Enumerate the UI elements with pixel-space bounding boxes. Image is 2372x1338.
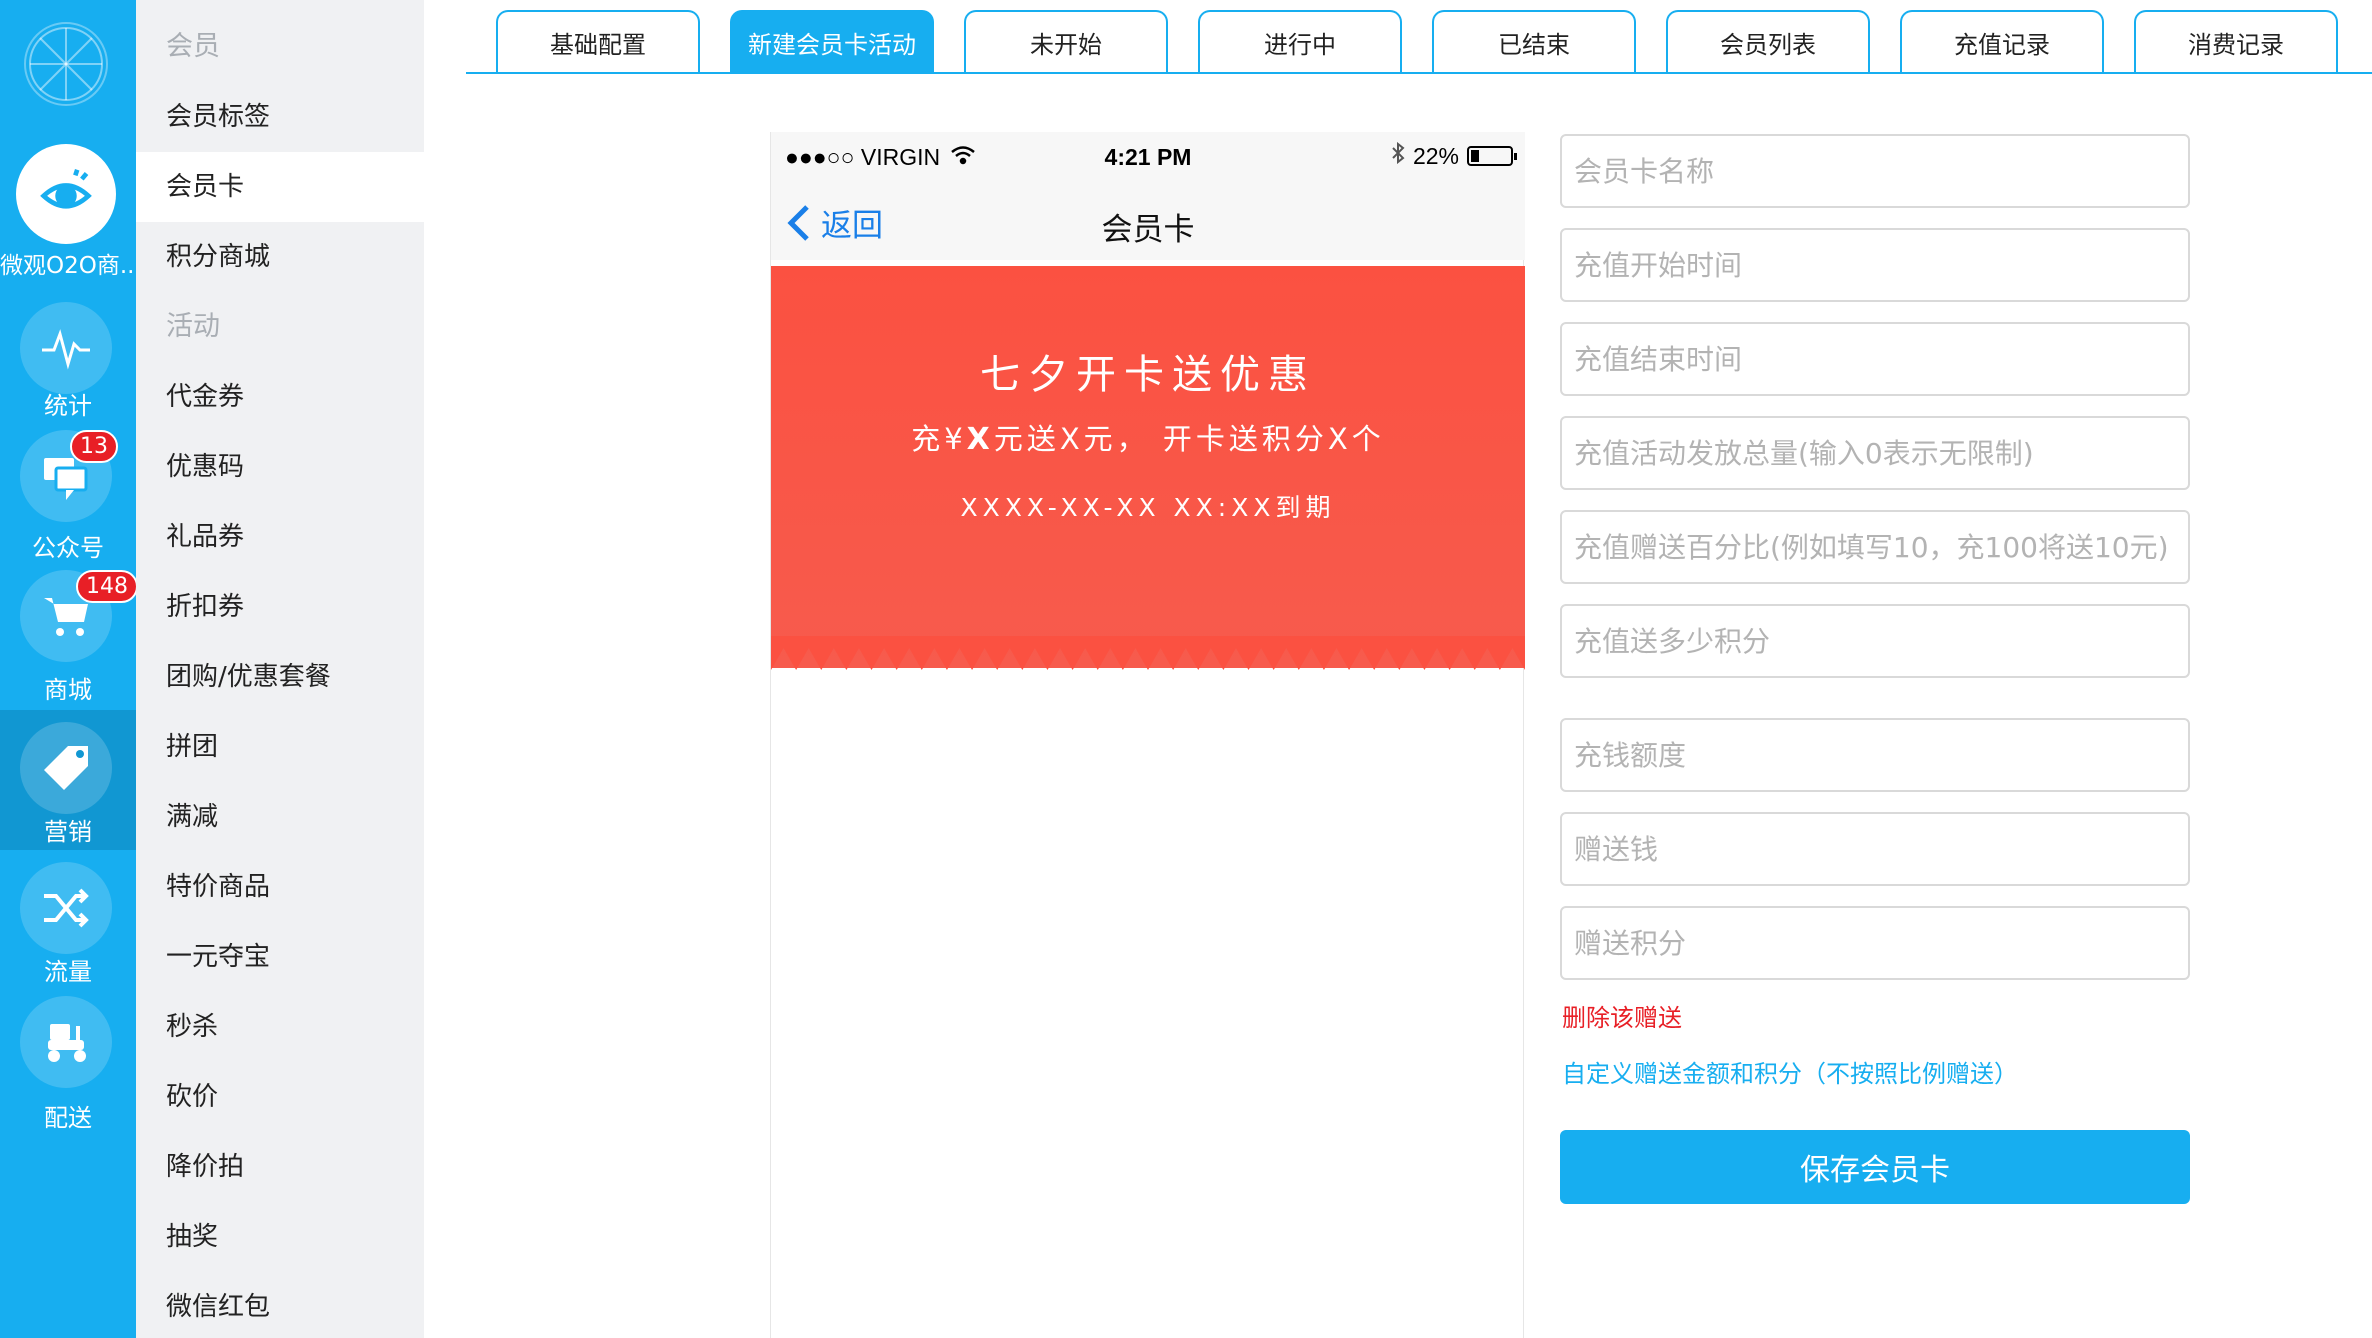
shuffle-icon	[20, 862, 112, 954]
submenu: 会员 会员标签 会员卡 积分商城 活动 代金券 优惠码 礼品券 折扣券 团购/优…	[136, 0, 424, 1338]
rail-item-label: 营销	[44, 818, 92, 846]
card-expiry: XXXX-XX-XX XX:XX到期	[960, 493, 1336, 522]
submenu-item[interactable]: 折扣券	[136, 572, 424, 642]
rail-item-label: 商城	[44, 676, 92, 704]
submenu-item[interactable]: 优惠码	[136, 432, 424, 502]
bonus-percent-field[interactable]	[1560, 510, 2190, 584]
card-title: 七夕开卡送优惠	[980, 352, 1316, 398]
rail-app-label: 微观O2O商...	[0, 253, 136, 279]
delete-gift-link[interactable]: 删除该赠送	[1562, 998, 1682, 1033]
rail-item-stats[interactable]: 统计	[0, 290, 136, 430]
submenu-item[interactable]: 礼品券	[136, 502, 424, 572]
submenu-item[interactable]: 团购/优惠套餐	[136, 642, 424, 712]
custom-gift-link[interactable]: 自定义赠送金额和积分（不按照比例赠送）	[1562, 1054, 2018, 1089]
battery-fill	[1471, 150, 1479, 162]
tag-icon	[20, 722, 112, 814]
tab-ended[interactable]: 已结束	[1432, 10, 1636, 72]
eye-icon	[16, 144, 116, 244]
rail-item-label: 统计	[44, 392, 92, 420]
scooter-icon	[20, 996, 112, 1088]
bluetooth-icon	[1391, 141, 1405, 170]
rail-item-label: 公众号	[32, 534, 104, 562]
submenu-item[interactable]: 降价拍	[136, 1132, 424, 1202]
rail-item-delivery[interactable]: 配送	[0, 990, 136, 1132]
tab-not-started[interactable]: 未开始	[964, 10, 1168, 72]
phone-title: 会员卡	[1101, 212, 1195, 248]
submenu-item[interactable]: 砍价	[136, 1062, 424, 1132]
submenu-item[interactable]: 特价商品	[136, 852, 424, 922]
rail-item-official-account[interactable]: 13 公众号	[0, 430, 136, 570]
icon-rail: 微观O2O商... 统计 13 公众号 148 商城 营销 流量 配送	[0, 0, 138, 1338]
tab-member-list[interactable]: 会员列表	[1666, 10, 1870, 72]
phone-nav-bar: 返回 会员卡	[771, 180, 1525, 260]
submenu-section-member: 会员	[166, 31, 220, 62]
status-right: 22%	[1391, 141, 1517, 170]
submenu-item-member-card[interactable]: 会员卡	[136, 152, 424, 222]
bonus-points-field[interactable]	[1560, 604, 2190, 678]
recharge-start-field[interactable]	[1560, 228, 2190, 302]
recharge-end-field[interactable]	[1560, 322, 2190, 396]
recharge-amount-field[interactable]	[1560, 718, 2190, 792]
submenu-item[interactable]: 微信红包	[136, 1272, 424, 1338]
tab-in-progress[interactable]: 进行中	[1198, 10, 1402, 72]
rail-item-traffic[interactable]: 流量	[0, 850, 136, 990]
app-root: 微观O2O商... 统计 13 公众号 148 商城 营销 流量 配送 会员 会…	[0, 0, 2372, 1338]
card-sub-prefix: 充¥	[911, 422, 967, 456]
rail-item-label: 配送	[44, 1104, 92, 1132]
phone-status-bar: ●●●○○ VIRGIN 4:21 PM 22%	[771, 132, 1525, 180]
tab-consumption-records[interactable]: 消费记录	[2134, 10, 2338, 72]
rail-item-label: 流量	[44, 958, 92, 986]
submenu-item[interactable]: 秒杀	[136, 992, 424, 1062]
submenu-item[interactable]: 满减	[136, 782, 424, 852]
battery-percent: 22%	[1412, 142, 1459, 169]
submenu-item[interactable]: 抽奖	[136, 1202, 424, 1272]
tab-bar: 基础配置 新建会员卡活动 未开始 进行中 已结束 会员列表 充值记录 消费记录	[466, 0, 2372, 74]
total-quantity-field[interactable]	[1560, 416, 2190, 490]
rail-item-mall[interactable]: 148 商城	[0, 570, 138, 710]
tab-new-card-activity[interactable]: 新建会员卡活动	[730, 10, 934, 72]
tab-recharge-records[interactable]: 充值记录	[1900, 10, 2104, 72]
notification-badge: 148	[76, 570, 138, 603]
logo-icon[interactable]	[24, 22, 108, 106]
submenu-item-member-tag[interactable]: 会员标签	[136, 82, 424, 152]
submenu-item-points-mall[interactable]: 积分商城	[136, 222, 424, 292]
submenu-item[interactable]: 拼团	[136, 712, 424, 782]
battery-icon	[1467, 146, 1517, 166]
card-zigzag-edge	[771, 636, 1525, 670]
phone-preview: ●●●○○ VIRGIN 4:21 PM 22% 返回 会员卡 七夕开卡送优惠 …	[770, 132, 1525, 1338]
save-card-button[interactable]: 保存会员卡	[1560, 1130, 2190, 1204]
submenu-item[interactable]: 一元夺宝	[136, 922, 424, 992]
notification-badge: 13	[70, 430, 118, 463]
rail-app[interactable]: 微观O2O商...	[0, 140, 136, 290]
rail-item-marketing[interactable]: 营销	[0, 710, 136, 850]
zigzag-shape	[771, 636, 1525, 670]
card-sub-suffix: 元送X元， 开卡送积分X个	[993, 422, 1385, 456]
gift-money-field[interactable]	[1560, 812, 2190, 886]
pulse-icon	[20, 302, 112, 394]
card-subtitle: 充¥X元送X元， 开卡送积分X个	[771, 416, 1525, 458]
card-sub-amount: X	[966, 422, 994, 457]
tab-basic-config[interactable]: 基础配置	[496, 10, 700, 72]
submenu-item[interactable]: 代金券	[136, 362, 424, 432]
submenu-section-activity: 活动	[166, 311, 220, 342]
card-name-field[interactable]	[1560, 134, 2190, 208]
gift-points-field[interactable]	[1560, 906, 2190, 980]
member-card-preview: 七夕开卡送优惠 充¥X元送X元， 开卡送积分X个 XXXX-XX-XX XX:X…	[771, 266, 1525, 668]
